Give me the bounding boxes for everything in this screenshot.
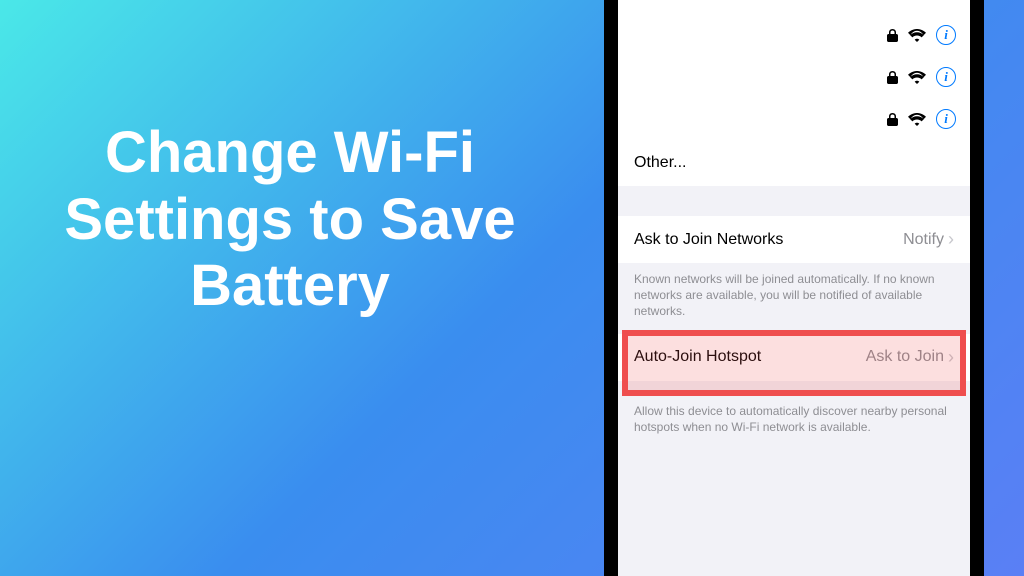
chevron-right-icon: › (948, 347, 954, 368)
ask-to-join-value: Notify › (903, 229, 954, 250)
auto-join-hotspot-row[interactable]: Auto-Join Hotspot Ask to Join › (618, 334, 970, 381)
ask-to-join-label: Ask to Join Networks (634, 231, 783, 249)
section-gap (618, 186, 970, 216)
auto-join-label: Auto-Join Hotspot (634, 348, 761, 366)
wifi-network-row[interactable]: i (618, 14, 970, 56)
info-icon[interactable]: i (936, 67, 956, 87)
auto-join-footer: Allow this device to automatically disco… (618, 381, 970, 449)
wifi-icon (908, 113, 926, 126)
info-icon[interactable]: i (936, 109, 956, 129)
chevron-right-icon: › (948, 229, 954, 250)
other-network-row[interactable]: Other... (618, 140, 970, 186)
lock-icon (887, 70, 898, 84)
ask-to-join-row[interactable]: Ask to Join Networks Notify › (618, 216, 970, 263)
other-label: Other... (634, 154, 686, 171)
lock-icon (887, 112, 898, 126)
phone-frame: i i i (604, 0, 984, 576)
wifi-icon (908, 29, 926, 42)
info-icon[interactable]: i (936, 25, 956, 45)
wifi-network-row[interactable]: i (618, 98, 970, 140)
auto-join-section: Auto-Join Hotspot Ask to Join › (618, 334, 970, 381)
ask-to-join-footer: Known networks will be joined automatica… (618, 263, 970, 334)
wifi-icon (908, 71, 926, 84)
auto-join-value: Ask to Join › (866, 347, 954, 368)
lock-icon (887, 28, 898, 42)
phone-screen: i i i (618, 0, 970, 576)
headline-text: Change Wi-Fi Settings to Save Battery (50, 120, 530, 320)
wifi-network-row[interactable]: i (618, 56, 970, 98)
wifi-network-list: i i i (618, 0, 970, 186)
